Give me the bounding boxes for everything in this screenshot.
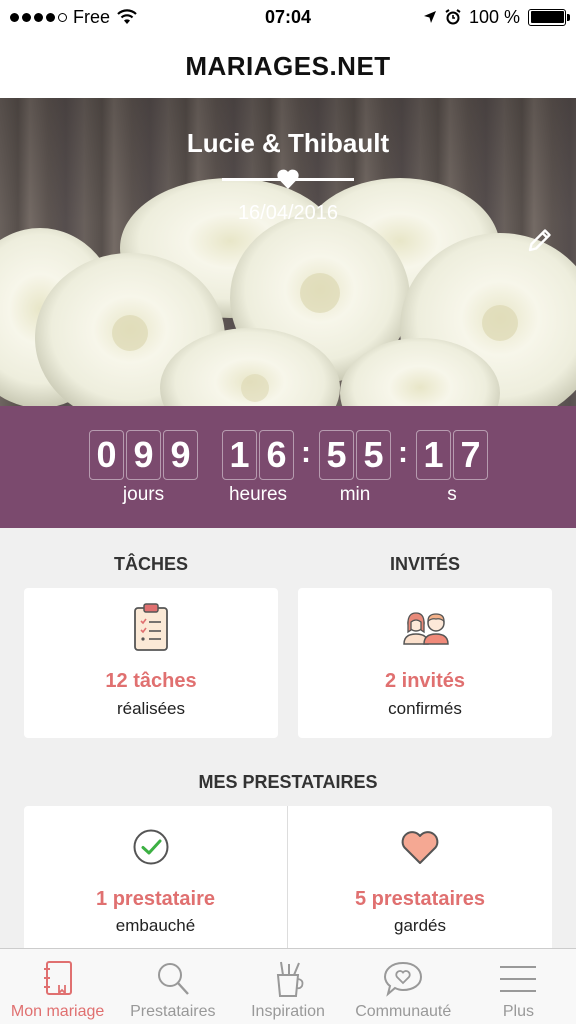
status-bar: Free 07:04 100 % — [0, 0, 576, 34]
minutes-digit: 5 — [319, 430, 354, 480]
tasks-heading: TÂCHES — [113, 554, 188, 574]
guests-card[interactable]: 2 invités confirmés — [298, 588, 552, 738]
guests-count: 2 invités — [384, 670, 466, 692]
search-icon — [157, 963, 189, 995]
minutes-digit: 5 — [356, 430, 391, 480]
tasks-sub: réalisées — [116, 699, 186, 718]
hours-label: heures — [228, 484, 288, 505]
minutes-label: min — [339, 484, 371, 505]
wifi-icon — [117, 9, 137, 24]
seconds-digit: 7 — [453, 430, 488, 480]
carrier-label: Free — [73, 6, 111, 27]
guests-heading: INVITÉS — [389, 554, 460, 574]
status-right: 100 % — [366, 6, 570, 28]
pencil-cup-icon — [276, 961, 304, 997]
tab-plus[interactable]: Plus — [461, 949, 576, 1024]
notebook-icon — [43, 961, 72, 996]
time-separator: : — [398, 436, 408, 469]
vendors-heading: MES PRESTATAIRES — [198, 772, 378, 792]
days-digit: 0 — [89, 430, 124, 480]
seconds-digit: 1 — [416, 430, 451, 480]
days-digit: 9 — [163, 430, 198, 480]
vendors-card: 1 prestataire embauché 5 prestataires ga… — [24, 806, 552, 948]
saved-sub: gardés — [394, 916, 446, 935]
menu-icon — [500, 966, 537, 992]
couple-icon — [403, 612, 449, 645]
tab-label: Mon mariage — [10, 1003, 105, 1020]
days-label: jours — [122, 484, 165, 505]
heart-icon — [401, 831, 439, 864]
alarm-icon — [445, 9, 461, 25]
tasks-card[interactable]: 12 tâches réalisées — [24, 588, 278, 738]
app-title: MARIAGES.NET — [185, 50, 391, 81]
countdown-bar: 0 9 9 1 6 : 5 5 : 1 7 jours heures min s — [0, 406, 576, 528]
tab-label: Plus — [502, 1003, 534, 1020]
tab-label: Communauté — [355, 1003, 452, 1020]
guests-sub: confirmés — [388, 699, 462, 718]
time-separator: : — [301, 436, 311, 469]
hired-sub: embauché — [115, 916, 196, 935]
tab-label: Inspiration — [251, 1003, 325, 1020]
tab-mon-mariage[interactable]: Mon mariage — [0, 949, 115, 1024]
hired-count: 1 prestataire — [96, 888, 215, 910]
tab-prestataires[interactable]: Prestataires — [115, 949, 230, 1024]
saved-count: 5 prestataires — [354, 888, 486, 910]
status-time: 07:04 — [264, 6, 312, 27]
chat-heart-icon — [384, 961, 423, 997]
clipboard-icon — [134, 603, 168, 651]
pencil-icon[interactable] — [526, 226, 554, 254]
hours-digit: 6 — [259, 430, 294, 480]
heart-icon — [277, 169, 299, 189]
status-left: Free — [10, 7, 210, 28]
signal-icon — [10, 12, 67, 22]
hero-banner: Lucie & Thibault 16/04/2016 — [0, 98, 576, 406]
battery-label: 100 % — [468, 6, 520, 27]
hours-digit: 1 — [222, 430, 257, 480]
tab-communaute[interactable]: Communauté — [346, 949, 461, 1024]
hired-vendors[interactable]: 1 prestataire embauché — [24, 806, 287, 948]
tasks-count: 12 tâches — [105, 670, 197, 692]
days-digit: 9 — [126, 430, 161, 480]
tab-label: Prestataires — [130, 1003, 216, 1020]
tab-inspiration[interactable]: Inspiration — [230, 949, 345, 1024]
wedding-date: 16/04/2016 — [237, 202, 339, 224]
seconds-label: s — [447, 484, 457, 505]
battery-icon — [528, 8, 570, 26]
location-icon — [423, 11, 436, 23]
nav-bar: MARIAGES.NET — [0, 34, 576, 98]
check-circle-icon — [133, 829, 169, 865]
saved-vendors[interactable]: 5 prestataires gardés — [288, 806, 552, 948]
couple-names: Lucie & Thibault — [186, 128, 390, 158]
tab-bar: Mon mariage Prestataires Inspiration Com… — [0, 948, 576, 1024]
